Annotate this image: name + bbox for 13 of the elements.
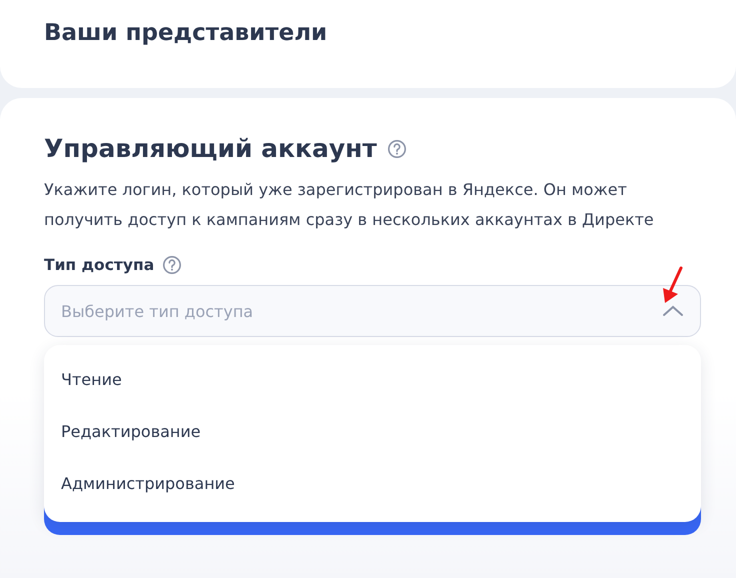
help-icon[interactable] (162, 255, 182, 275)
chevron-icon[interactable] (662, 305, 684, 317)
description: Укажите логин, который уже зарегистрирован в Яндексе. Он может получить доступ к кампаниям сразу в нескольких аккаунтах в Директе (44, 179, 655, 231)
annotation-arrow (660, 266, 684, 304)
section-title: Ваши представители (44, 20, 328, 46)
field-label: Тип доступа (44, 256, 154, 274)
help-icon[interactable] (386, 138, 407, 158)
dropdown-option[interactable]: Редактирование (44, 405, 701, 457)
dropdown-option[interactable]: Администрирование (44, 457, 701, 509)
dropdown-option[interactable]: Чтение (44, 353, 701, 405)
section-title: Управляющий аккаунт (44, 134, 377, 163)
access-type-select[interactable]: Выберите тип доступа (44, 285, 701, 337)
select-input[interactable]: Выберите тип доступа (61, 302, 654, 320)
